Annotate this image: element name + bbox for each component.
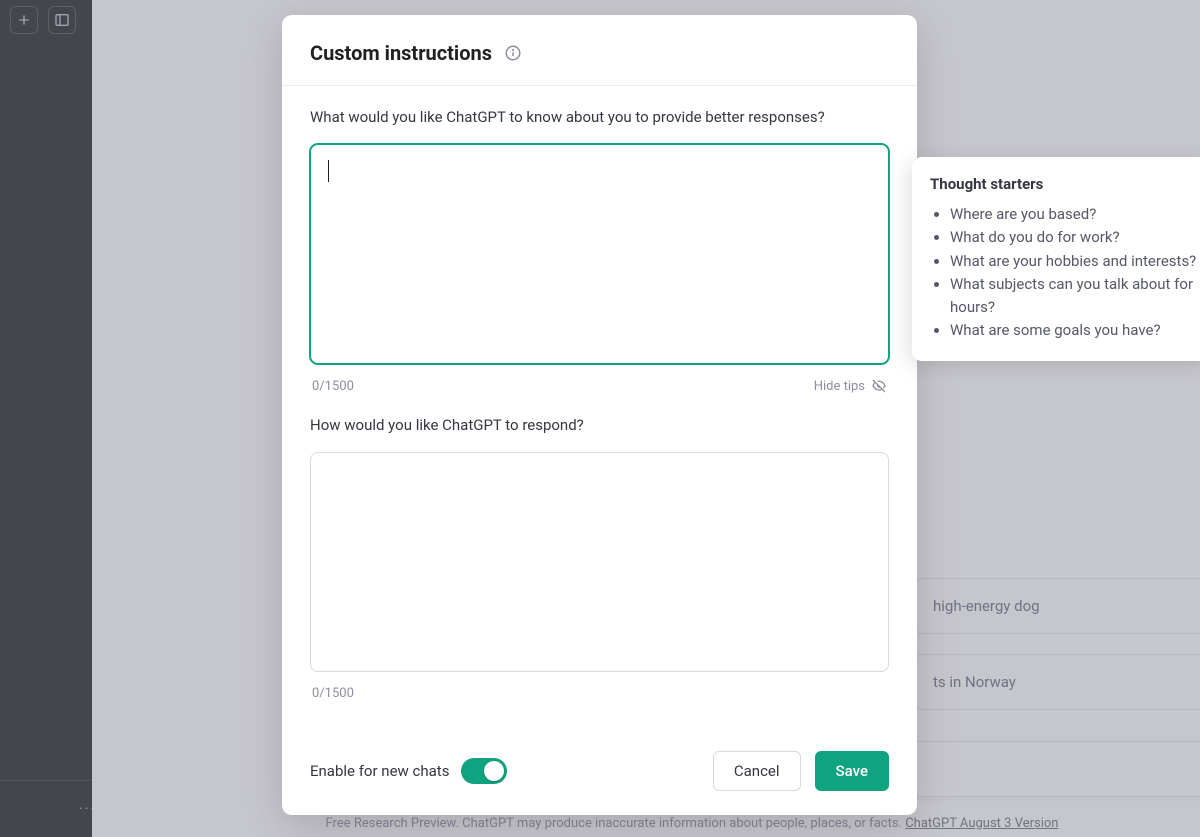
question-2-label: How would you like ChatGPT to respond? (310, 416, 889, 434)
tip-item: What subjects can you talk about for hou… (950, 273, 1200, 320)
save-button[interactable]: Save (815, 751, 889, 791)
char-counter-2: 0/1500 (312, 686, 354, 701)
respond-style-textarea[interactable] (310, 452, 889, 672)
eye-off-icon (871, 378, 887, 394)
question-1-label: What would you like ChatGPT to know abou… (310, 108, 889, 126)
char-counter-1: 0/1500 (312, 379, 354, 394)
thought-starters-popover: Thought starters Where are you based? Wh… (912, 157, 1200, 361)
modal-title: Custom instructions (310, 41, 492, 65)
enable-toggle-label: Enable for new chats (310, 762, 449, 780)
tips-title: Thought starters (930, 175, 1200, 193)
modal-footer: Enable for new chats Cancel Save (282, 733, 917, 815)
hide-tips-button[interactable]: Hide tips (814, 378, 887, 394)
tip-item: Where are you based? (950, 203, 1200, 226)
tip-item: What do you do for work? (950, 226, 1200, 249)
tip-item: What are your hobbies and interests? (950, 250, 1200, 273)
tip-item: What are some goals you have? (950, 319, 1200, 342)
info-icon[interactable] (504, 44, 522, 62)
about-you-textarea[interactable] (310, 144, 889, 364)
modal-header: Custom instructions (282, 15, 917, 86)
custom-instructions-modal: Custom instructions What would you like … (282, 15, 917, 815)
cancel-button[interactable]: Cancel (713, 751, 801, 791)
enable-new-chats-toggle[interactable] (461, 758, 507, 784)
